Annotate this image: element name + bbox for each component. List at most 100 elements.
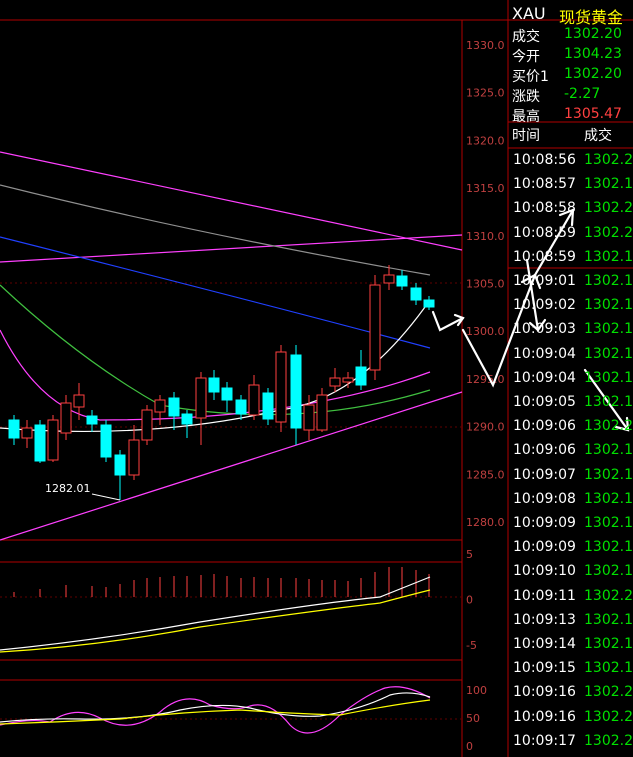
candle [73,383,85,420]
quote-value: 1304.23 [564,46,622,62]
tick-price: 1302.1 [584,394,633,410]
candle [423,296,435,310]
tick-price: 1302.2 [584,200,633,217]
ticks-header-price: 成交 [584,128,612,144]
tick-time: 10:08:58 [513,200,576,217]
low-marker-line [91,493,121,501]
quote-label: 今开 [512,49,540,65]
tick-row: 10:09:03 1302.1 [508,321,633,345]
axis-tick-label: 0 [466,740,473,753]
candle [21,420,33,448]
tick-price: 1302.1 [584,321,633,338]
tick-price: 1302.2 [584,418,633,435]
axis-tick-label: 1325.0 [466,87,505,100]
candle [221,382,233,412]
tick-time: 10:09:13 [513,611,576,628]
candle [275,345,287,432]
quote-label: 成交 [512,29,540,45]
quote-value: 1302.20 [564,66,622,82]
candle [47,415,59,462]
axis-tick-label: 1295.0 [466,373,505,386]
axis-tick-label: 5 [466,548,473,561]
symbol-code: XAU [512,4,546,23]
tick-row: 10:08:59 1302.2 [508,225,633,249]
quote-row: 涨跌 -2.27 [510,86,633,105]
axis-tick-label: 1285.0 [466,468,505,481]
tick-time: 10:09:03 [513,321,576,338]
tick-price: 1302.2 [584,152,633,168]
candle [355,350,367,390]
candle [128,425,140,480]
quote-label: 涨跌 [512,89,540,105]
tick-time: 10:09:04 [513,345,576,362]
quote-panel: XAU 现货黄金 成交 1302.20 今开 1304.23 买价1 1302.20 涨跌 -… [508,0,633,757]
tick-time: 10:09:17 [513,732,576,749]
tick-price: 1302.1 [584,345,633,362]
quote-header: XAU 现货黄金 [508,0,633,28]
tick-row: 10:09:06 1302.2 [508,418,633,442]
axis-tick-label: 100 [466,684,487,697]
candles [8,265,435,500]
tick-time: 10:09:04 [513,369,576,386]
candle [342,372,354,388]
tick-time: 10:09:05 [513,394,576,410]
candle [290,345,302,445]
tick-price: 1302.1 [584,660,633,677]
tick-row: 10:09:11 1302.2 [508,588,633,612]
tick-row: 10:09:16 1302.2 [508,684,633,708]
candle [114,450,126,500]
quote-row: 成交 1302.20 [510,26,633,45]
axis-tick-label: 1315.0 [466,182,505,195]
candle [195,372,207,445]
tick-row: 10:09:13 1302.1 [508,612,633,636]
candle [181,410,193,438]
trendline-upper-magenta [0,151,463,251]
tick-time: 10:09:08 [513,490,576,507]
tick-time: 10:09:11 [513,587,576,604]
tick-price: 1302.2 [584,224,633,241]
tick-row: 10:09:16 1302.2 [508,709,633,733]
candle [154,395,166,425]
osc-axis: 100 50 0 [466,684,487,753]
trendline-horizontal-magenta [0,234,463,263]
quote-row: 今开 1304.23 [510,46,633,65]
tick-price: 1302.2 [584,587,633,604]
tick-price: 1302.1 [584,442,633,459]
tick-time: 10:08:59 [513,224,576,241]
osc-lines [0,686,431,734]
tick-time: 10:09:09 [513,539,576,556]
candle [208,370,220,400]
candle [60,395,72,440]
ma-blue [0,236,431,349]
ticks-header: 时间 成交 [508,122,633,148]
tick-row: 10:08:59 1302.1 [508,249,633,273]
tick-time: 10:09:06 [513,442,576,459]
axis-tick-label: 1305.0 [466,278,505,291]
tick-row: 10:09:04 1302.1 [508,346,633,370]
axis-tick-label: 1310.0 [466,230,505,243]
candle [262,388,274,425]
tick-time: 10:08:57 [513,176,576,193]
tick-time: 10:08:56 [513,152,576,168]
tick-price: 1302.1 [584,297,633,314]
tick-price: 1302.1 [584,273,633,289]
tick-price: 1302.2 [584,684,633,701]
tick-row: 10:09:09 1302.1 [508,515,633,539]
tick-time: 10:09:02 [513,297,576,314]
candle [235,395,247,420]
candle [141,405,153,445]
tick-time: 10:09:16 [513,684,576,701]
tick-row: 10:09:06 1302.1 [508,442,633,466]
tick-price: 1302.1 [584,369,633,386]
tick-row: 10:09:05 1302.1 [508,394,633,418]
macd-bars [13,567,430,597]
tick-time: 10:09:10 [513,563,576,580]
tick-time: 10:09:01 [513,273,576,289]
tick-row: 10:09:10 1302.1 [508,563,633,587]
tick-row: 10:09:02 1302.1 [508,297,633,321]
quote-value: 1305.47 [564,106,622,122]
quote-label: 买价1 [512,69,549,85]
tick-row: 10:09:17 1302.2 [508,733,633,757]
tick-time: 10:09:06 [513,418,576,435]
tick-row: 10:08:57 1302.1 [508,176,633,200]
